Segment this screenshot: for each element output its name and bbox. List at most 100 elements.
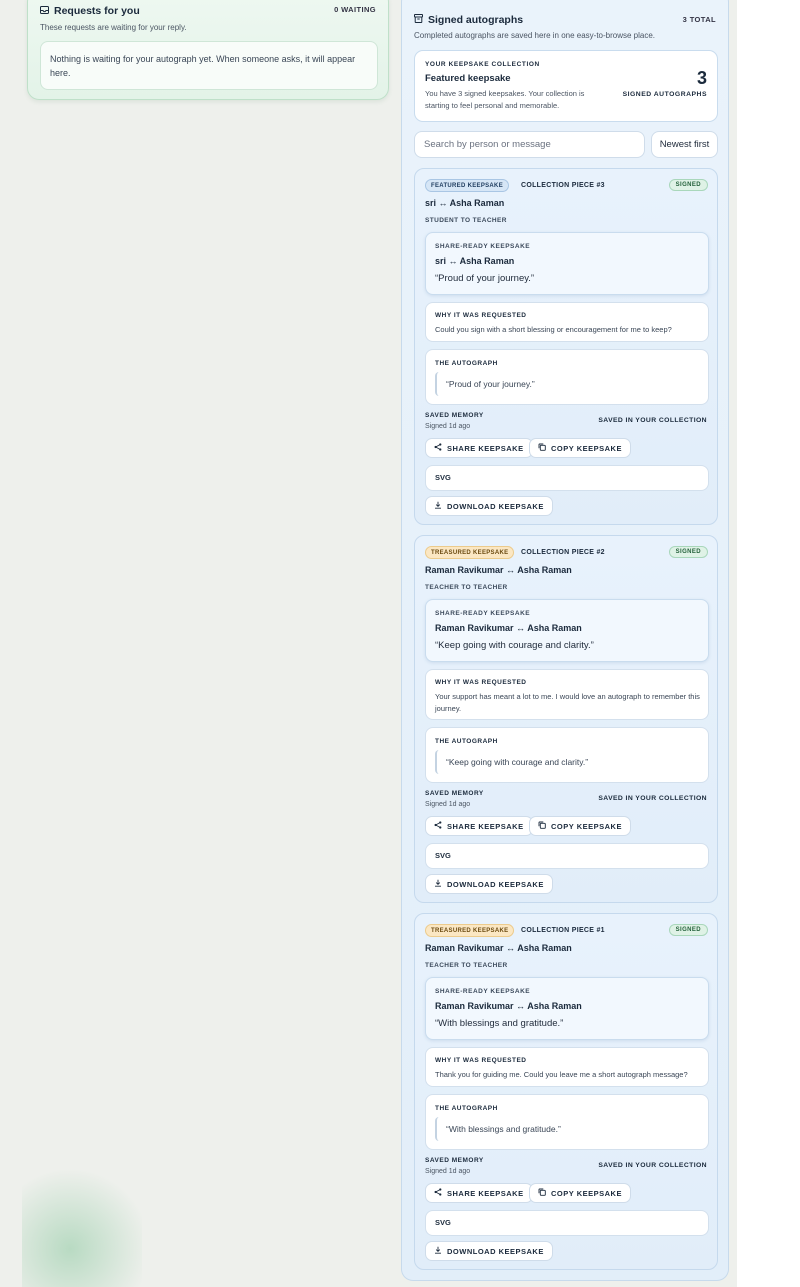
requests-count-badge: 0 WAITING <box>334 5 376 14</box>
keepsake-tag-badge: TREASURED KEEPSAKE <box>425 546 515 559</box>
request-reason-text: Thank you for guiding me. Could you leav… <box>435 1070 688 1079</box>
share-keepsake-button[interactable]: SHARE KEEPSAKE <box>425 438 533 458</box>
archive-icon <box>414 14 423 26</box>
request-reason-box: WHY IT WAS REQUESTED Could you sign with… <box>425 302 709 342</box>
download-icon <box>434 1246 442 1256</box>
relationship-label: TEACHER TO TEACHER <box>425 584 508 591</box>
relationship-label: STUDENT TO TEACHER <box>425 217 507 224</box>
requests-empty-state: Nothing is waiting for your autograph ye… <box>40 41 378 90</box>
collection-title: Featured keepsake <box>425 73 511 84</box>
request-reason-text: Your support has meant a lot to me. I wo… <box>435 692 700 713</box>
share-ready-quote: “Keep going with courage and clarity.” <box>435 640 594 651</box>
share-ready-preview: SHARE-READY KEEPSAKE sri ↔ Asha Raman “P… <box>425 232 709 295</box>
copy-keepsake-label: COPY KEEPSAKE <box>551 821 622 831</box>
autograph-box: THE AUTOGRAPH “With blessings and gratit… <box>425 1094 709 1150</box>
copy-keepsake-button[interactable]: COPY KEEPSAKE <box>529 816 631 836</box>
keepsake-card: FEATURED KEEPSAKE COLLECTION PIECE #3 SI… <box>414 168 718 525</box>
saved-collection-label: SAVED IN YOUR COLLECTION <box>598 795 707 802</box>
signed-time: Signed 1d ago <box>425 801 471 808</box>
signed-title: Signed autographs <box>414 14 523 26</box>
share-ready-names: sri ↔ Asha Raman <box>435 256 515 266</box>
copy-icon <box>538 1188 546 1198</box>
collection-piece-label: COLLECTION PIECE #1 <box>521 927 605 934</box>
requests-subtitle: These requests are waiting for your repl… <box>40 23 187 32</box>
saved-collection-label: SAVED IN YOUR COLLECTION <box>598 1162 707 1169</box>
copy-keepsake-button[interactable]: COPY KEEPSAKE <box>529 438 631 458</box>
autograph-box: THE AUTOGRAPH “Proud of your journey.” <box>425 349 709 405</box>
collection-piece-label: COLLECTION PIECE #2 <box>521 549 605 556</box>
share-ready-label: SHARE-READY KEEPSAKE <box>435 243 531 250</box>
format-select[interactable]: SVG <box>425 843 709 869</box>
share-ready-preview: SHARE-READY KEEPSAKE Raman Ravikumar ↔ A… <box>425 977 709 1040</box>
keepsake-names: Raman Ravikumar ↔ Asha Raman <box>425 565 572 575</box>
requests-panel: Requests for you 0 WAITING These request… <box>27 0 389 100</box>
saved-collection-label: SAVED IN YOUR COLLECTION <box>598 417 707 424</box>
inbox-icon <box>40 5 49 17</box>
share-ready-names: Raman Ravikumar ↔ Asha Raman <box>435 1001 582 1011</box>
format-select[interactable]: SVG <box>425 465 709 491</box>
signed-time: Signed 1d ago <box>425 423 471 430</box>
autograph-box: THE AUTOGRAPH “Keep going with courage a… <box>425 727 709 783</box>
share-ready-names: Raman Ravikumar ↔ Asha Raman <box>435 623 582 633</box>
collection-description: You have 3 signed keepsakes. Your collec… <box>425 89 585 110</box>
requests-title-text: Requests for you <box>54 5 140 17</box>
share-ready-label: SHARE-READY KEEPSAKE <box>435 610 531 617</box>
signed-autographs-panel: Signed autographs 3 TOTAL Completed auto… <box>401 0 729 1281</box>
share-keepsake-label: SHARE KEEPSAKE <box>447 821 524 831</box>
signed-total-badge: 3 TOTAL <box>682 15 716 24</box>
collection-piece-label: COLLECTION PIECE #3 <box>521 182 605 189</box>
status-badge: SIGNED <box>668 179 708 191</box>
download-keepsake-button[interactable]: DOWNLOAD KEEPSAKE <box>425 874 553 894</box>
status-badge: SIGNED <box>668 924 708 936</box>
share-icon <box>434 1188 442 1198</box>
status-badge: SIGNED <box>668 546 708 558</box>
share-keepsake-label: SHARE KEEPSAKE <box>447 443 524 453</box>
download-keepsake-button[interactable]: DOWNLOAD KEEPSAKE <box>425 1241 553 1261</box>
copy-keepsake-label: COPY KEEPSAKE <box>551 1188 622 1198</box>
format-select[interactable]: SVG <box>425 1210 709 1236</box>
share-icon <box>434 821 442 831</box>
share-ready-preview: SHARE-READY KEEPSAKE Raman Ravikumar ↔ A… <box>425 599 709 662</box>
keepsake-tag-badge: TREASURED KEEPSAKE <box>425 924 515 937</box>
collection-eyebrow: YOUR KEEPSAKE COLLECTION <box>425 61 540 68</box>
collection-summary: YOUR KEEPSAKE COLLECTION Featured keepsa… <box>414 50 718 122</box>
collection-count-label: SIGNED AUTOGRAPHS <box>622 91 707 98</box>
relationship-label: TEACHER TO TEACHER <box>425 962 508 969</box>
request-reason-box: WHY IT WAS REQUESTED Your support has me… <box>425 669 709 720</box>
signed-subtitle: Completed autographs are saved here in o… <box>414 31 656 40</box>
sort-select[interactable]: Newest first <box>651 131 718 158</box>
request-reason-label: WHY IT WAS REQUESTED <box>435 312 527 319</box>
signed-title-text: Signed autographs <box>428 14 524 26</box>
keepsake-names: sri ↔ Asha Raman <box>425 198 505 208</box>
share-icon <box>434 443 442 453</box>
download-icon <box>434 879 442 889</box>
download-keepsake-button[interactable]: DOWNLOAD KEEPSAKE <box>425 496 553 516</box>
download-keepsake-label: DOWNLOAD KEEPSAKE <box>447 1246 544 1256</box>
share-keepsake-label: SHARE KEEPSAKE <box>447 1188 524 1198</box>
collection-count: 3 <box>696 68 707 88</box>
decorative-blob <box>22 1160 142 1287</box>
autograph-label: THE AUTOGRAPH <box>435 1105 498 1112</box>
autograph-quote: “Proud of your journey.” <box>435 372 699 396</box>
request-reason-text: Could you sign with a short blessing or … <box>435 325 672 334</box>
saved-memory-label: SAVED MEMORY <box>425 790 484 797</box>
page-background-strip <box>737 0 800 1287</box>
requests-title: Requests for you <box>40 5 140 17</box>
saved-memory-label: SAVED MEMORY <box>425 412 484 419</box>
share-ready-quote: “Proud of your journey.” <box>435 273 535 284</box>
download-icon <box>434 501 442 511</box>
keepsake-names: Raman Ravikumar ↔ Asha Raman <box>425 943 572 953</box>
autograph-label: THE AUTOGRAPH <box>435 738 498 745</box>
download-keepsake-label: DOWNLOAD KEEPSAKE <box>447 879 544 889</box>
request-reason-label: WHY IT WAS REQUESTED <box>435 1057 527 1064</box>
copy-keepsake-button[interactable]: COPY KEEPSAKE <box>529 1183 631 1203</box>
download-keepsake-label: DOWNLOAD KEEPSAKE <box>447 501 544 511</box>
saved-memory-label: SAVED MEMORY <box>425 1157 484 1164</box>
share-keepsake-button[interactable]: SHARE KEEPSAKE <box>425 1183 533 1203</box>
search-input[interactable] <box>414 131 645 158</box>
request-reason-box: WHY IT WAS REQUESTED Thank you for guidi… <box>425 1047 709 1087</box>
share-keepsake-button[interactable]: SHARE KEEPSAKE <box>425 816 533 836</box>
keepsake-card: TREASURED KEEPSAKE COLLECTION PIECE #2 S… <box>414 535 718 903</box>
copy-icon <box>538 821 546 831</box>
request-reason-label: WHY IT WAS REQUESTED <box>435 679 527 686</box>
